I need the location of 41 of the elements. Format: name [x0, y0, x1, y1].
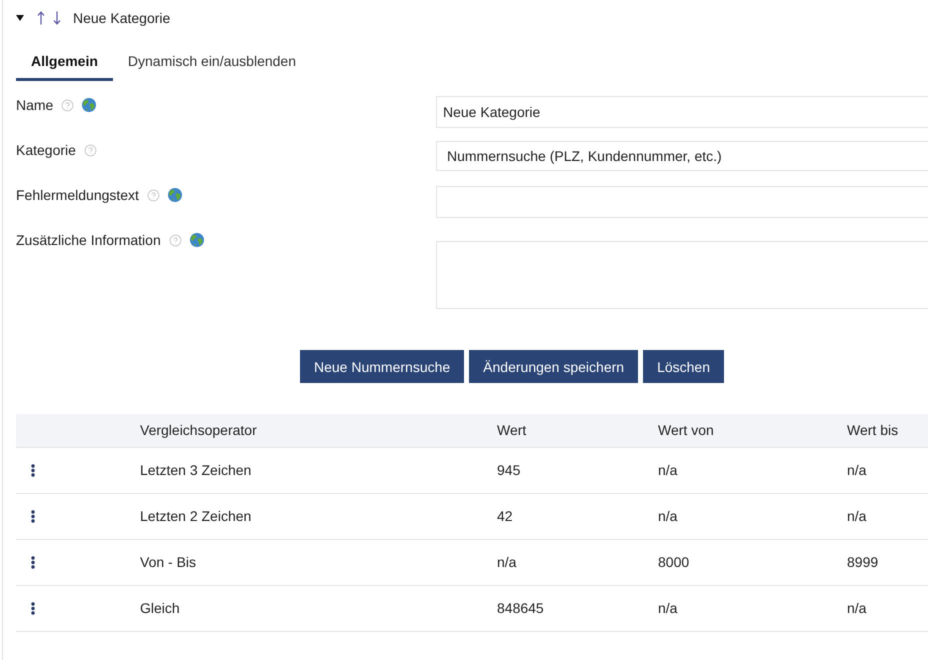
field-label: Fehlermeldungstext: [16, 186, 139, 204]
table-cell: n/a: [832, 447, 928, 493]
action-button[interactable]: Löschen: [643, 350, 724, 383]
table-cell: Gleich: [125, 585, 482, 631]
field-label: Kategorie: [16, 141, 76, 159]
table-cell: 8999: [832, 539, 928, 585]
more-options-icon[interactable]: [31, 464, 35, 476]
action-button[interactable]: Änderungen speichern: [469, 350, 638, 383]
column-header: Wert: [482, 414, 643, 447]
tab[interactable]: Allgemein: [16, 44, 113, 81]
text-input[interactable]: Neue Kategorie: [436, 96, 928, 128]
select-field[interactable]: Nummernsuche (PLZ, Kundennummer, etc.): [436, 141, 928, 171]
table-cell: n/a: [643, 447, 832, 493]
more-options-icon[interactable]: [31, 602, 35, 614]
table-cell: n/a: [482, 539, 643, 585]
table-cell: 8000: [643, 539, 832, 585]
table-cell: Von - Bis: [125, 539, 482, 585]
more-options-icon[interactable]: [31, 510, 35, 522]
field-label: Zusätzliche Information: [16, 231, 161, 249]
textarea-field[interactable]: [436, 241, 928, 309]
arrow-down-icon[interactable]: [53, 11, 61, 25]
text-input[interactable]: [436, 186, 928, 218]
arrow-up-icon[interactable]: [37, 11, 45, 25]
action-button[interactable]: Neue Nummernsuche: [300, 350, 464, 383]
table-cell: n/a: [643, 585, 832, 631]
table-cell: Letzten 2 Zeichen: [125, 493, 482, 539]
table-cell: Letzten 3 Zeichen: [125, 447, 482, 493]
table-cell: 945: [482, 447, 643, 493]
table-cell: n/a: [832, 493, 928, 539]
field-label: Name: [16, 96, 54, 114]
category-title: Neue Kategorie: [73, 9, 170, 28]
column-header: Wert bis: [832, 414, 928, 447]
table-cell: n/a: [643, 493, 832, 539]
more-options-icon[interactable]: [31, 556, 35, 568]
caret-down-icon[interactable]: [16, 14, 24, 22]
column-header: Vergleichsoperator: [125, 414, 482, 447]
table-cell: 848645: [482, 585, 643, 631]
table-cell: 42: [482, 493, 643, 539]
column-header: Wert von: [643, 414, 832, 447]
table-cell: n/a: [832, 585, 928, 631]
tab[interactable]: Dynamisch ein/ausblenden: [112, 44, 312, 81]
